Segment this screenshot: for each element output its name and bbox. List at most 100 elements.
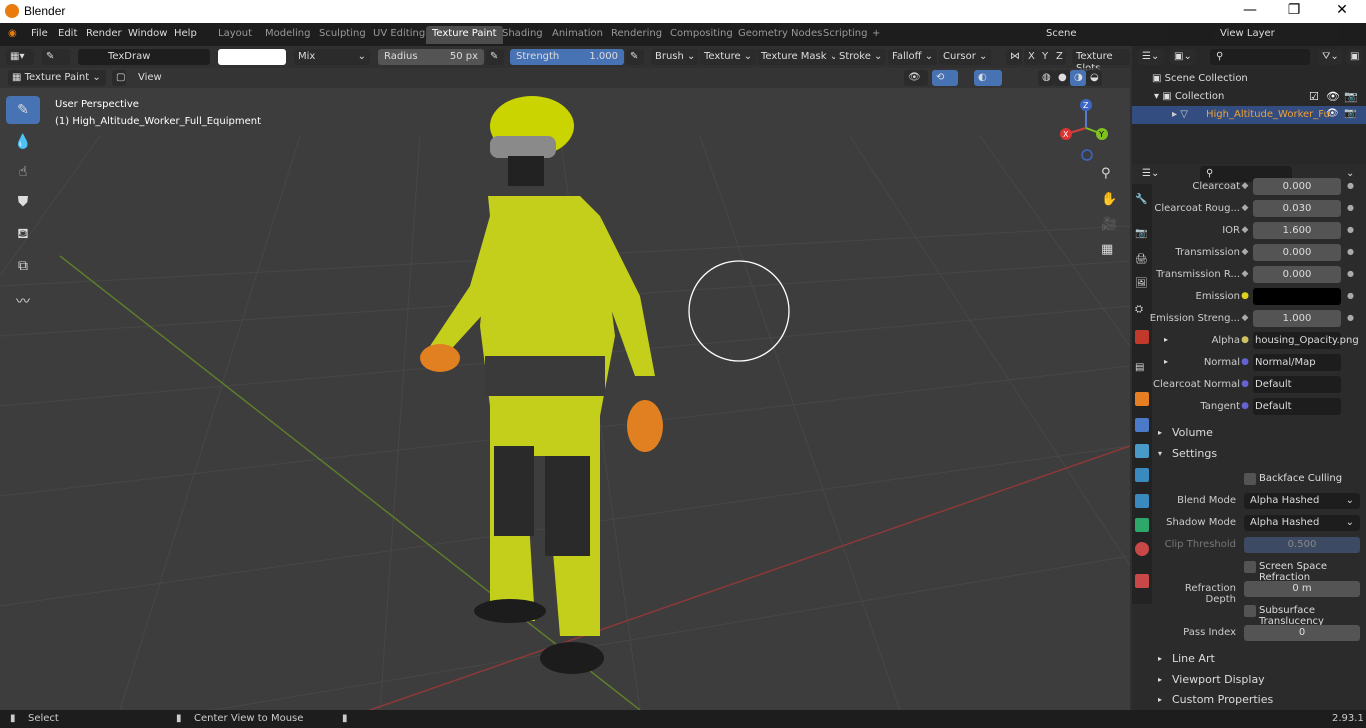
sss-checkbox[interactable] xyxy=(1244,605,1256,617)
tab-geometry-nodes[interactable]: Geometry Nodes xyxy=(732,26,828,44)
volume-panel-header[interactable]: ▸ Volume xyxy=(1152,423,1366,443)
strength-slider[interactable]: Strength 1.000 xyxy=(510,49,624,65)
draw-tool-icon[interactable]: ✎ xyxy=(6,96,40,124)
custom-properties-panel-header[interactable]: ▸ Custom Properties xyxy=(1152,690,1366,710)
menu-window[interactable]: Window xyxy=(128,28,167,39)
clearcoat-roughness-value[interactable]: 0.030 xyxy=(1253,200,1341,217)
minimize-button[interactable]: — xyxy=(1240,2,1260,18)
texture-tab-icon[interactable] xyxy=(1135,574,1149,588)
object-visibility-icon[interactable]: 👁 xyxy=(1326,108,1339,119)
viewport-display-panel-header[interactable]: ▸ Viewport Display xyxy=(1152,670,1366,690)
view-menu[interactable]: View xyxy=(134,70,166,86)
blend-mode-dropdown[interactable]: Alpha Hashed ⌄ xyxy=(1244,493,1360,509)
object-item-row[interactable]: ▸ ▽ High_Altitude_Worker_Fu 👁 📷 xyxy=(1132,106,1366,124)
mask-tool-icon[interactable]: ⧉ xyxy=(6,252,40,280)
radius-pressure-icon[interactable]: ✎ xyxy=(486,49,504,65)
scene-selector[interactable]: Scene xyxy=(1040,26,1168,42)
transmission-value[interactable]: 0.000 xyxy=(1253,244,1341,261)
stroke-dropdown[interactable]: Stroke ⌄ xyxy=(835,49,887,65)
tab-texture-paint[interactable]: Texture Paint xyxy=(426,26,503,44)
tab-animation[interactable]: Animation xyxy=(546,26,609,44)
collection-item[interactable]: ▾ ▣ Collection xyxy=(1154,91,1224,102)
falloff-dropdown[interactable]: Falloff ⌄ xyxy=(888,49,938,65)
mirror-x-toggle[interactable]: X xyxy=(1024,49,1038,65)
outliner-editor-type[interactable]: ☰⌄ xyxy=(1138,49,1164,65)
brush-color-swatch[interactable] xyxy=(218,49,286,65)
brush-dropdown[interactable]: Brush ⌄ xyxy=(651,49,700,65)
restore-button[interactable]: ❐ xyxy=(1284,2,1304,18)
outliner-search-input[interactable]: ⚲ xyxy=(1210,49,1310,65)
material-tab-icon[interactable] xyxy=(1135,542,1149,556)
mirror-y-toggle[interactable]: Y xyxy=(1038,49,1052,65)
collection-visibility-icon[interactable]: 👁 xyxy=(1326,90,1340,103)
tab-sculpting[interactable]: Sculpting xyxy=(313,26,372,44)
pass-index-field[interactable]: 0 xyxy=(1244,625,1360,641)
menu-render[interactable]: Render xyxy=(86,28,122,39)
collection-exclude-checkbox[interactable]: ☑ xyxy=(1309,90,1319,103)
tab-rendering[interactable]: Rendering xyxy=(605,26,668,44)
filter-icon[interactable]: ⛛⌄ xyxy=(1318,49,1342,65)
tangent-value[interactable]: Default xyxy=(1253,398,1341,415)
gizmo-toggle-icon[interactable]: ⟲ xyxy=(932,70,958,86)
add-workspace-button[interactable]: + xyxy=(866,26,886,44)
cursor-dropdown[interactable]: Cursor ⌄ xyxy=(939,49,992,65)
clone-tool-icon[interactable]: ⛊ xyxy=(6,188,40,216)
ssr-checkbox[interactable] xyxy=(1244,561,1256,573)
transmission-roughness-value[interactable]: 0.000 xyxy=(1253,266,1341,283)
tab-layout[interactable]: Layout xyxy=(212,26,258,44)
brush-name-field[interactable]: TexDraw xyxy=(78,49,210,65)
mask-toggle-icon[interactable]: ▢ xyxy=(112,70,126,86)
backface-culling-checkbox[interactable] xyxy=(1244,473,1256,485)
shadow-mode-dropdown[interactable]: Alpha Hashed ⌄ xyxy=(1244,515,1360,531)
particles-tab-icon[interactable] xyxy=(1135,444,1149,458)
editor-type-button[interactable]: ▦▾ xyxy=(6,49,34,65)
soften-tool-icon[interactable]: 💧 xyxy=(6,128,40,156)
view-layer-selector[interactable]: View Layer xyxy=(1214,26,1340,42)
shading-wireframe-icon[interactable]: ◍ xyxy=(1038,70,1054,86)
texture-slots-dropdown[interactable]: Texture Slots xyxy=(1072,49,1130,74)
texture-mask-dropdown[interactable]: Texture Mask ⌄ xyxy=(757,49,843,65)
blender-menu-icon[interactable]: ◉ xyxy=(8,28,17,39)
mode-dropdown[interactable]: ▦ Texture Paint ⌄ xyxy=(8,70,106,86)
menu-file[interactable]: File xyxy=(31,28,48,39)
navigation-gizmo[interactable]: Z X Y xyxy=(1058,96,1118,162)
shading-material-icon[interactable]: ◑ xyxy=(1070,70,1086,86)
ior-value[interactable]: 1.600 xyxy=(1253,222,1341,239)
tab-shading[interactable]: Shading xyxy=(496,26,549,44)
tab-uv-editing[interactable]: UV Editing xyxy=(367,26,431,44)
physics-tab-icon[interactable] xyxy=(1135,468,1149,482)
texture-dropdown[interactable]: Texture ⌄ xyxy=(700,49,757,65)
object-render-icon[interactable]: 📷 xyxy=(1344,108,1356,119)
shading-solid-icon[interactable]: ● xyxy=(1054,70,1070,86)
pan-hand-icon[interactable]: ✋ xyxy=(1101,192,1119,207)
blend-mode-dropdown[interactable]: Mix ⌄ xyxy=(294,49,370,65)
character-model[interactable] xyxy=(420,96,663,674)
smear-tool-icon[interactable]: ☝ xyxy=(6,158,40,186)
menu-edit[interactable]: Edit xyxy=(58,28,77,39)
symmetry-icon[interactable]: ⋈ xyxy=(1006,49,1022,65)
refraction-depth-field[interactable]: 0 m xyxy=(1244,581,1360,597)
collection-render-icon[interactable]: 📷 xyxy=(1344,90,1358,103)
annotate-tool-icon[interactable]: 〰 xyxy=(6,288,40,316)
3d-viewport[interactable] xyxy=(0,46,1130,710)
ortho-grid-icon[interactable]: ▦ xyxy=(1101,242,1119,257)
clearcoat-value[interactable]: 0.000 xyxy=(1253,178,1341,195)
new-collection-icon[interactable]: ▣ xyxy=(1346,49,1362,65)
mirror-z-toggle[interactable]: Z xyxy=(1052,49,1066,65)
brush-icon[interactable]: ✎ xyxy=(42,49,70,65)
overlays-toggle-icon[interactable]: ◐ xyxy=(974,70,1002,86)
modifier-tab-icon[interactable] xyxy=(1135,418,1149,432)
zoom-icon[interactable]: ⚲ xyxy=(1101,166,1119,181)
outliner-display-mode[interactable]: ▣⌄ xyxy=(1170,49,1196,65)
alpha-texture-link[interactable]: housing_Opacity.png xyxy=(1253,332,1359,349)
clip-threshold-slider[interactable]: 0.500 xyxy=(1244,537,1360,553)
tab-compositing[interactable]: Compositing xyxy=(664,26,739,44)
clearcoat-normal-value[interactable]: Default xyxy=(1253,376,1341,393)
strength-pressure-icon[interactable]: ✎ xyxy=(626,49,644,65)
tab-modeling[interactable]: Modeling xyxy=(259,26,317,44)
constraints-tab-icon[interactable] xyxy=(1135,494,1149,508)
tab-scripting[interactable]: Scripting xyxy=(817,26,873,44)
normal-map-link[interactable]: Normal/Map xyxy=(1253,354,1341,371)
radius-slider[interactable]: Radius 50 px xyxy=(378,49,484,65)
menu-help[interactable]: Help xyxy=(174,28,197,39)
